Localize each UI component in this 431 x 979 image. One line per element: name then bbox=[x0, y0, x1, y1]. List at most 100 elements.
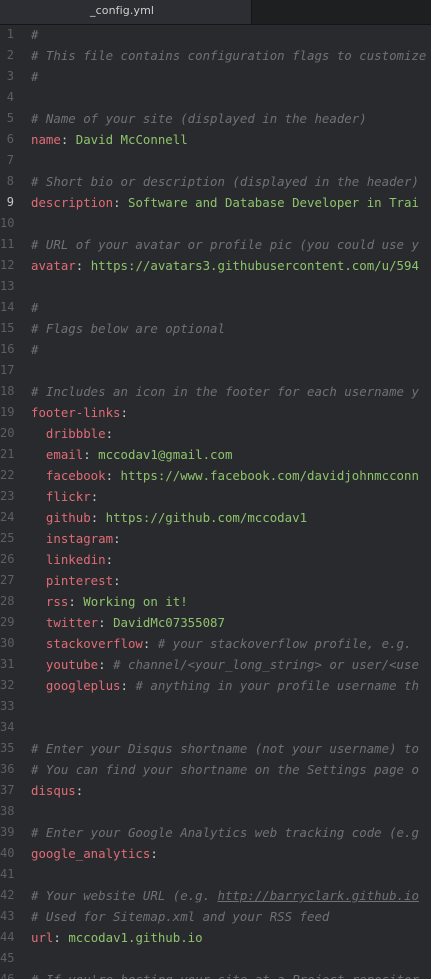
code-line[interactable]: 33 bbox=[0, 696, 431, 717]
code-token: dribbble bbox=[31, 426, 106, 441]
code-token: stackoverflow bbox=[31, 636, 143, 651]
code-line[interactable]: 34 bbox=[0, 717, 431, 738]
line-content: # Used for Sitemap.xml and your RSS feed bbox=[31, 906, 329, 927]
code-line[interactable]: 44 url: mccodav1.github.io bbox=[0, 927, 431, 948]
code-line[interactable]: 38 bbox=[0, 801, 431, 822]
code-line[interactable]: 18 # Includes an icon in the footer for e… bbox=[0, 381, 431, 402]
code-line[interactable]: 1 # bbox=[0, 24, 431, 45]
code-line[interactable]: 11 # URL of your avatar or profile pic (y… bbox=[0, 234, 431, 255]
code-line[interactable]: 35 # Enter your Disqus shortname (not you… bbox=[0, 738, 431, 759]
code-line[interactable]: 46 # If you're hosting your site at a Pro… bbox=[0, 969, 431, 979]
code-token: youtube bbox=[31, 657, 99, 672]
code-token: DavidMc07355087 bbox=[113, 615, 225, 630]
code-line[interactable]: 30 stackoverflow: # your stackoverflow p… bbox=[0, 633, 431, 654]
line-content: # Your website URL (e.g. http://barrycla… bbox=[31, 885, 419, 906]
code-line[interactable]: 23 flickr: bbox=[0, 486, 431, 507]
code-line[interactable]: 10 bbox=[0, 213, 431, 234]
line-content: instagram: bbox=[31, 528, 121, 549]
code-line[interactable]: 42 # Your website URL (e.g. http://barryc… bbox=[0, 885, 431, 906]
code-line[interactable]: 22 facebook: https://www.facebook.com/da… bbox=[0, 465, 431, 486]
line-content: # bbox=[31, 24, 38, 45]
code-line[interactable]: 37 disqus: bbox=[0, 780, 431, 801]
line-number: 11 bbox=[0, 237, 15, 251]
code-line[interactable]: 15 # Flags below are optional bbox=[0, 318, 431, 339]
code-token: http://barryclark.github.io bbox=[217, 888, 419, 903]
code-line[interactable]: 12 avatar: https://avatars3.githubusercon… bbox=[0, 255, 431, 276]
code-line[interactable]: 32 googleplus: # anything in your profil… bbox=[0, 675, 431, 696]
line-content: # Enter your Google Analytics web tracki… bbox=[31, 822, 419, 843]
code-line[interactable]: 9 description: Software and Database Deve… bbox=[0, 192, 431, 213]
code-line[interactable]: 19 footer-links: bbox=[0, 402, 431, 423]
line-number: 32 bbox=[0, 678, 15, 692]
line-number: 4 bbox=[6, 90, 14, 104]
code-line[interactable]: 17 bbox=[0, 360, 431, 381]
code-token: flickr bbox=[31, 489, 91, 504]
code-line[interactable]: 4 bbox=[0, 87, 431, 108]
code-line[interactable]: 3 # bbox=[0, 66, 431, 87]
line-content: # Includes an icon in the footer for eac… bbox=[31, 381, 419, 402]
line-number: 25 bbox=[0, 531, 15, 545]
code-token: : bbox=[142, 636, 158, 651]
code-token: : bbox=[113, 531, 121, 546]
code-line[interactable]: 28 rss: Working on it! bbox=[0, 591, 431, 612]
code-token: email bbox=[31, 447, 84, 462]
line-content: # Enter your Disqus shortname (not your … bbox=[31, 738, 419, 759]
tab-config-yml[interactable]: _config.yml bbox=[0, 0, 252, 24]
code-editor[interactable]: 1 #2 # This file contains configuration fl… bbox=[0, 24, 431, 979]
code-line[interactable]: 24 github: https://github.com/mccodav1 bbox=[0, 507, 431, 528]
code-line[interactable]: 39 # Enter your Google Analytics web trac… bbox=[0, 822, 431, 843]
code-line[interactable]: 41 bbox=[0, 864, 431, 885]
line-content: dribbble: bbox=[31, 423, 113, 444]
line-number: 37 bbox=[0, 783, 15, 797]
code-line[interactable]: 7 bbox=[0, 150, 431, 171]
code-line[interactable]: 40 google_analytics: bbox=[0, 843, 431, 864]
code-line[interactable]: 21 email: mccodav1@gmail.com bbox=[0, 444, 431, 465]
line-number: 24 bbox=[0, 510, 15, 524]
line-number: 22 bbox=[0, 468, 15, 482]
code-line[interactable]: 29 twitter: DavidMc07355087 bbox=[0, 612, 431, 633]
code-token: # your stackoverflow profile, e.g. bbox=[157, 636, 419, 651]
line-number: 38 bbox=[0, 804, 15, 818]
code-line[interactable]: 31 youtube: # channel/<your_long_string>… bbox=[0, 654, 431, 675]
line-number: 16 bbox=[0, 342, 15, 356]
line-number: 5 bbox=[6, 111, 14, 125]
code-line[interactable]: 16 # bbox=[0, 339, 431, 360]
line-number: 34 bbox=[0, 720, 15, 734]
code-line[interactable]: 8 # Short bio or description (displayed i… bbox=[0, 171, 431, 192]
code-token: : bbox=[53, 930, 69, 945]
code-line[interactable]: 36 # You can find your shortname on the S… bbox=[0, 759, 431, 780]
code-line[interactable]: 14 # bbox=[0, 297, 431, 318]
code-token: # bbox=[31, 300, 39, 315]
code-line[interactable]: 13 bbox=[0, 276, 431, 297]
line-number: 36 bbox=[0, 762, 15, 776]
code-token: : bbox=[60, 132, 76, 147]
line-content: facebook: https://www.facebook.com/david… bbox=[31, 465, 419, 486]
line-number: 15 bbox=[0, 321, 15, 335]
code-token: : bbox=[150, 846, 158, 861]
code-line[interactable]: 2 # This file contains configuration flag… bbox=[0, 45, 431, 66]
code-token: footer-links bbox=[31, 405, 121, 420]
code-line[interactable]: 25 instagram: bbox=[0, 528, 431, 549]
code-token: : bbox=[75, 258, 91, 273]
code-line[interactable]: 5 # Name of your site (displayed in the h… bbox=[0, 108, 431, 129]
line-content: # If you're hosting your site at a Proje… bbox=[31, 969, 419, 979]
line-content: youtube: # channel/<your_long_string> or… bbox=[31, 654, 419, 675]
code-token: : bbox=[98, 615, 114, 630]
code-token: # This file contains configuration flags… bbox=[31, 48, 427, 63]
code-token: github bbox=[31, 510, 91, 525]
line-content: rss: Working on it! bbox=[31, 591, 188, 612]
line-content: # Short bio or description (displayed in… bbox=[31, 171, 419, 192]
code-token: : bbox=[113, 573, 121, 588]
line-number: 44 bbox=[0, 930, 15, 944]
code-line[interactable]: 26 linkedin: bbox=[0, 549, 431, 570]
code-line[interactable]: 6 name: David McConnell bbox=[0, 129, 431, 150]
code-token: googleplus bbox=[31, 678, 121, 693]
code-line[interactable]: 27 pinterest: bbox=[0, 570, 431, 591]
code-line[interactable]: 43 # Used for Sitemap.xml and your RSS fe… bbox=[0, 906, 431, 927]
line-content: github: https://github.com/mccodav1 bbox=[31, 507, 307, 528]
line-content: # You can find your shortname on the Set… bbox=[31, 759, 419, 780]
line-content: # Flags below are optional bbox=[31, 318, 225, 339]
code-line[interactable]: 20 dribbble: bbox=[0, 423, 431, 444]
code-line[interactable]: 45 bbox=[0, 948, 431, 969]
line-content: twitter: DavidMc07355087 bbox=[31, 612, 225, 633]
